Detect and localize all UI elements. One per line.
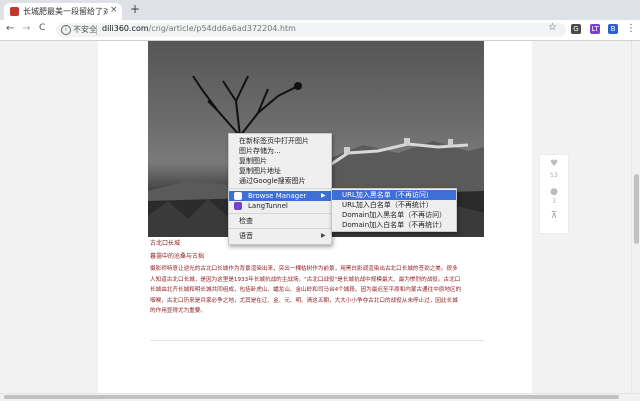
comment-icon[interactable]: ● — [540, 187, 568, 197]
info-icon[interactable]: i — [61, 25, 71, 35]
menu-item-label: 检查 — [239, 217, 253, 225]
side-action-panel: ♥ 53 ● 3 ⊼ — [539, 154, 569, 234]
tab-title: 长城肥最美一段留给了对比 | 中国 — [23, 7, 108, 16]
menu-item-langtunnel[interactable]: LangTunnel — [229, 201, 331, 211]
menu-item-label: 通过Google搜索图片 — [239, 177, 306, 185]
submenu-item-domain-whitelist[interactable]: Domain加入白名单（不再统计） — [332, 220, 456, 230]
menu-item-copy-image-address[interactable]: 复制图片地址 — [229, 166, 331, 176]
menu-item-label: Browse Manager — [248, 192, 307, 200]
site-favicon-icon — [10, 7, 19, 16]
body-line: 咽喉，古北口历来是兵家必争之地，尤其是在辽、金、元、明、清这五朝，大大小小争夺古… — [150, 297, 458, 304]
menu-divider — [229, 213, 331, 214]
bookmark-star-icon[interactable]: ☆ — [548, 22, 557, 33]
browse-manager-icon — [234, 192, 242, 200]
photo-caption: 古北口长城 — [150, 240, 181, 247]
body-line: 的作用显得尤为重要。 — [150, 308, 206, 315]
article-subhead: 暮霭中的沧桑与古拙 — [150, 253, 205, 260]
menu-item-label: 在新标签页中打开图片 — [239, 137, 309, 145]
body-line: 长城由北齐长城和明长城共同组成，包括卧虎山、蟠龙山、金山岭和司马台4个城段。因为… — [150, 287, 462, 294]
separator — [96, 25, 97, 35]
submenu-item-url-whitelist[interactable]: URL加入白名单（不再统计） — [332, 200, 456, 210]
vertical-scroll-thumb[interactable] — [634, 174, 639, 244]
menu-item-speech[interactable]: 语音 ▶ — [229, 231, 331, 241]
forward-icon[interactable]: → — [22, 23, 30, 34]
menu-item-save-image[interactable]: 图片存储为... — [229, 146, 331, 156]
browser-toolbar: ← → C i 不安全 dili360.com/cng/article/p54d… — [0, 20, 640, 41]
submenu-item-label: URL加入黑名单（不再访问） — [342, 191, 433, 199]
translate-extension-icon[interactable]: G — [571, 24, 581, 34]
article-body: 摄影师特意让逆光的古北口长城作为背景渲染出来，突出一棵枯树作为前景，用黑白影调渲… — [150, 264, 485, 317]
menu-item-label: 复制图片地址 — [239, 167, 281, 175]
browser-tab[interactable]: 长城肥最美一段留给了对比 | 中国 × — [4, 3, 122, 20]
menu-item-label: 图片存储为... — [239, 147, 281, 155]
menu-divider — [229, 188, 331, 189]
back-icon[interactable]: ← — [6, 23, 14, 34]
comment-count: 3 — [552, 198, 556, 205]
menu-item-label: 复制图片 — [239, 157, 267, 165]
like-icon[interactable]: ♥ — [540, 159, 568, 169]
langtunnel-extension-icon[interactable]: LT — [590, 24, 600, 34]
horizontal-scroll-thumb[interactable] — [4, 395, 619, 399]
menu-item-search-google[interactable]: 通过Google搜索图片 — [229, 176, 331, 186]
tab-strip: 长城肥最美一段留给了对比 | 中国 × + — [0, 0, 640, 20]
menu-item-copy-image[interactable]: 复制图片 — [229, 156, 331, 166]
menu-item-label: 语音 — [239, 232, 253, 240]
vertical-scrollbar[interactable] — [631, 41, 640, 393]
back-to-top-icon[interactable]: ⊼ — [540, 211, 568, 221]
submenu-item-label: Domain加入白名单（不再统计） — [342, 221, 447, 229]
url-host: dili360.com — [102, 24, 149, 33]
submenu-item-label: Domain加入黑名单（不再访问） — [342, 211, 447, 219]
submenu-arrow-icon: ▶ — [321, 232, 326, 239]
body-line: 摄影师特意让逆光的古北口长城作为背景渲染出来，突出一棵枯树作为前景，用黑白影调渲… — [150, 266, 458, 272]
security-label: 不安全 — [73, 25, 97, 34]
context-menu: 在新标签页中打开图片 图片存储为... 复制图片 复制图片地址 通过Google… — [228, 133, 332, 245]
browser-menu-icon[interactable]: ⋮ — [626, 23, 636, 34]
menu-item-inspect[interactable]: 检查 — [229, 216, 331, 226]
divider — [150, 340, 484, 341]
url-path: /cng/article/p54dd6a6ad372204.htm — [148, 24, 296, 33]
browse-manager-extension-icon[interactable]: B — [608, 24, 618, 34]
langtunnel-icon — [234, 202, 242, 210]
menu-item-label: LangTunnel — [248, 202, 288, 210]
submenu-item-domain-blacklist[interactable]: Domain加入黑名单（不再访问） — [332, 210, 456, 220]
menu-item-browse-manager[interactable]: Browse Manager ▶ — [229, 191, 331, 201]
address-bar[interactable]: i 不安全 dili360.com/cng/article/p54dd6a6ad… — [56, 23, 566, 37]
submenu-item-label: URL加入白名单（不再统计） — [342, 201, 433, 209]
url-text[interactable]: dili360.com/cng/article/p54dd6a6ad372204… — [102, 24, 296, 33]
submenu-arrow-icon: ▶ — [321, 192, 326, 199]
menu-divider — [229, 228, 331, 229]
body-line: 人知道古北口长城，是因为这里是1933年长城抗战的主战场。"古北口战役"是长城抗… — [150, 276, 461, 283]
submenu-item-url-blacklist[interactable]: URL加入黑名单（不再访问） — [332, 190, 456, 200]
like-count: 53 — [550, 172, 558, 179]
tab-close-icon[interactable]: × — [110, 5, 118, 15]
menu-item-open-image-new-tab[interactable]: 在新标签页中打开图片 — [229, 136, 331, 146]
reload-icon[interactable]: C — [39, 23, 45, 33]
browse-manager-submenu: URL加入黑名单（不再访问） URL加入白名单（不再统计） Domain加入黑名… — [331, 188, 457, 232]
new-tab-button[interactable]: + — [130, 2, 140, 16]
